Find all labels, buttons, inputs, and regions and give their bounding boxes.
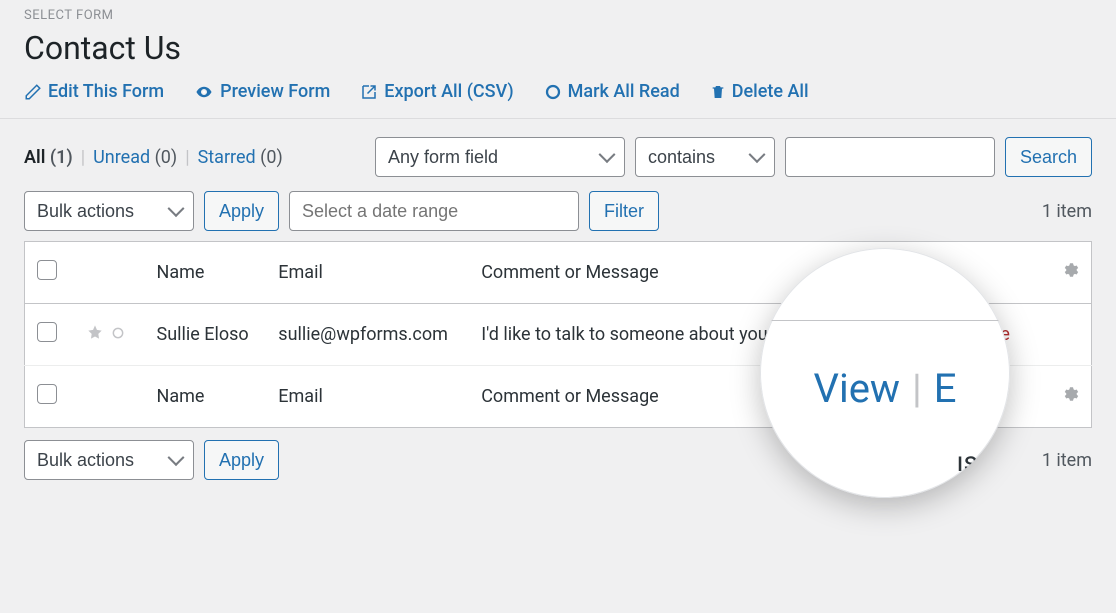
- pencil-icon: [24, 83, 42, 101]
- export-csv-link[interactable]: Export All (CSV): [360, 81, 513, 102]
- gear-icon[interactable]: [1061, 387, 1079, 408]
- row-checkbox[interactable]: [37, 322, 57, 342]
- condition-select[interactable]: contains: [635, 137, 775, 177]
- item-count-bottom: 1 item: [1042, 450, 1092, 471]
- circle-icon: [544, 83, 562, 101]
- edit-form-link[interactable]: Edit This Form: [24, 81, 164, 102]
- trash-icon: [710, 83, 726, 101]
- condition-select-wrap: contains: [635, 137, 775, 177]
- read-indicator-icon[interactable]: [111, 324, 125, 345]
- apply-button-bottom[interactable]: Apply: [204, 440, 279, 480]
- star-icon[interactable]: [87, 324, 103, 345]
- bulk-row: Bulk actions Apply Filter 1 item: [24, 191, 1092, 231]
- filter-separator: |: [81, 147, 85, 168]
- select-form-label: SELECT FORM: [24, 8, 1092, 23]
- form-action-bar: Edit This Form Preview Form Export All (…: [24, 81, 1092, 102]
- bulk-select-bottom-wrap: Bulk actions: [24, 440, 194, 480]
- eye-icon: [194, 83, 214, 101]
- field-select[interactable]: Any form field: [375, 137, 625, 177]
- filter-separator: |: [185, 147, 189, 168]
- footer-column-name[interactable]: Name: [145, 366, 267, 428]
- select-all-checkbox-bottom[interactable]: [37, 384, 57, 404]
- cell-email: sullie@wpforms.com: [266, 304, 469, 366]
- filter-starred-count: (0): [260, 147, 283, 168]
- column-name[interactable]: Name: [145, 242, 267, 304]
- filter-unread[interactable]: Unread (0): [93, 147, 177, 168]
- preview-form-label: Preview Form: [220, 81, 330, 102]
- filter-all-label: All: [24, 147, 45, 168]
- mark-read-link[interactable]: Mark All Read: [544, 81, 680, 102]
- select-all-checkbox[interactable]: [37, 260, 57, 280]
- page-title[interactable]: Contact Us: [24, 29, 1092, 67]
- delete-all-link[interactable]: Delete All: [710, 81, 809, 102]
- filter-all-count: (1): [50, 147, 73, 168]
- filter-starred[interactable]: Starred (0): [198, 147, 283, 168]
- magnifier-actions: View | E: [814, 365, 957, 412]
- magnified-bottom-fragment: ıs: [957, 445, 978, 478]
- export-icon: [360, 83, 378, 101]
- magnified-view-link[interactable]: View: [814, 365, 900, 412]
- search-button[interactable]: Search: [1005, 137, 1092, 177]
- delete-all-label: Delete All: [732, 81, 809, 102]
- filter-row: All (1) | Unread (0) | Starred (0) Any f…: [24, 137, 1092, 177]
- magnified-separator: |: [912, 365, 922, 412]
- filter-starred-label: Starred: [198, 147, 256, 168]
- bulk-select-wrap: Bulk actions: [24, 191, 194, 231]
- apply-button[interactable]: Apply: [204, 191, 279, 231]
- column-email[interactable]: Email: [266, 242, 469, 304]
- row-indicators: [87, 324, 125, 345]
- section-divider: [0, 118, 1116, 119]
- date-range-input[interactable]: [289, 191, 579, 231]
- filter-button[interactable]: Filter: [589, 191, 659, 231]
- mark-read-label: Mark All Read: [568, 81, 680, 102]
- footer-column-email[interactable]: Email: [266, 366, 469, 428]
- edit-form-label: Edit This Form: [48, 81, 164, 102]
- cell-name: Sullie Eloso: [145, 304, 267, 366]
- magnifier-divider: [760, 320, 1010, 321]
- filter-unread-count: (0): [155, 147, 178, 168]
- search-input[interactable]: [785, 137, 995, 177]
- item-count-top: 1 item: [1042, 201, 1092, 222]
- field-select-wrap: Any form field: [375, 137, 625, 177]
- gear-icon[interactable]: [1061, 263, 1079, 284]
- filter-unread-label: Unread: [93, 147, 150, 168]
- magnifier-overlay: View | E ıs: [760, 248, 1010, 498]
- export-csv-label: Export All (CSV): [384, 81, 513, 102]
- preview-form-link[interactable]: Preview Form: [194, 81, 330, 102]
- column-comment[interactable]: Comment or Message: [469, 242, 829, 304]
- status-filter-links: All (1) | Unread (0) | Starred (0): [24, 147, 283, 168]
- filter-all[interactable]: All (1): [24, 147, 73, 168]
- bulk-actions-select[interactable]: Bulk actions: [24, 191, 194, 231]
- bulk-actions-select-bottom[interactable]: Bulk actions: [24, 440, 194, 480]
- magnified-edit-fragment: E: [934, 365, 957, 412]
